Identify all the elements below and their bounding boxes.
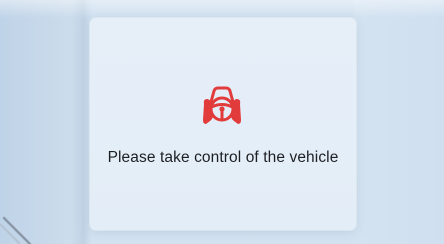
background-corner-edge — [0, 216, 32, 244]
background-top-band — [0, 0, 444, 18]
takeover-alert-card: Please take control of the vehicle — [90, 18, 356, 230]
background-right-panel — [354, 0, 444, 244]
background-left-shadow — [70, 0, 92, 244]
hands-on-steering-wheel-icon — [203, 86, 241, 124]
takeover-alert-message: Please take control of the vehicle — [107, 149, 339, 166]
